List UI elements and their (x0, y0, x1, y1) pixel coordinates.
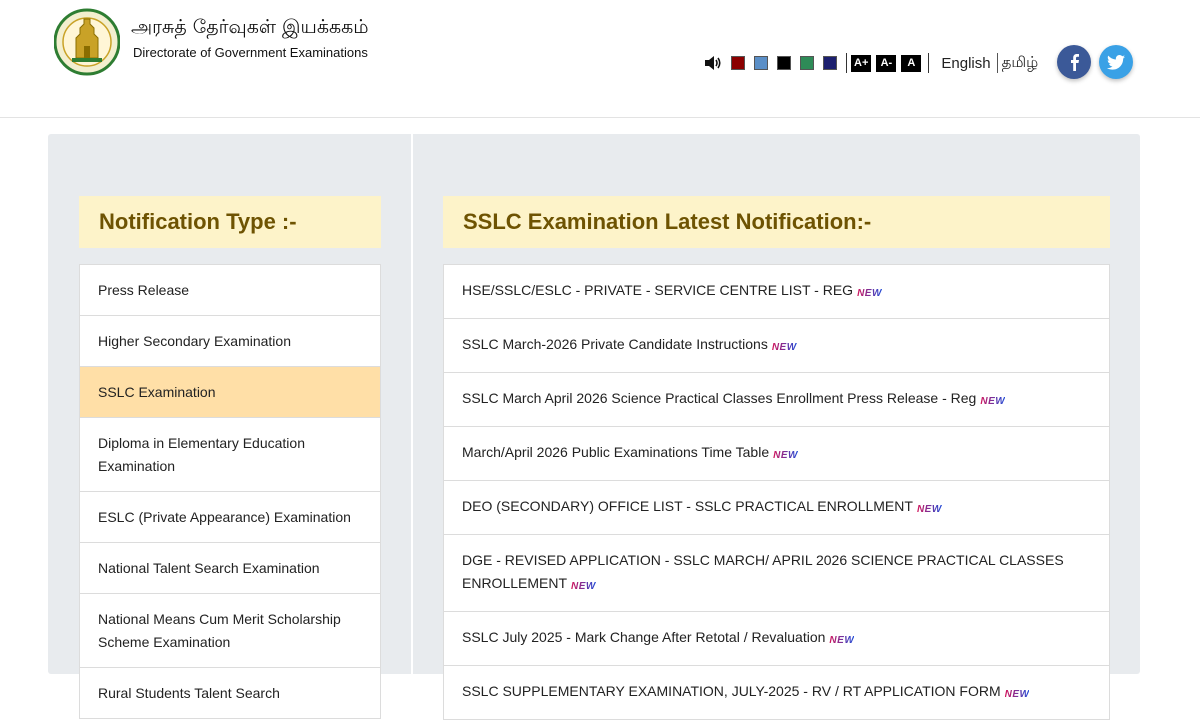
notification-link[interactable]: SSLC July 2025 - Mark Change After Retot… (462, 629, 825, 645)
sidebar-item-eslc[interactable]: ESLC (Private Appearance) Examination (79, 492, 381, 543)
new-badge: NEW (917, 498, 942, 521)
twitter-icon (1107, 54, 1125, 70)
facebook-icon (1071, 54, 1079, 71)
notification-link[interactable]: SSLC SUPPLEMENTARY EXAMINATION, JULY-202… (462, 683, 1001, 699)
panel-divider (411, 134, 413, 674)
theme-color-red[interactable] (731, 56, 745, 70)
notification-type-heading: Notification Type :- (79, 196, 381, 248)
new-badge: NEW (571, 575, 596, 598)
notification-item[interactable]: SSLC SUPPLEMENTARY EXAMINATION, JULY-202… (443, 666, 1110, 720)
notification-item[interactable]: March/April 2026 Public Examinations Tim… (443, 427, 1110, 481)
notification-link[interactable]: HSE/SSLC/ESLC - PRIVATE - SERVICE CENTRE… (462, 282, 853, 298)
notification-item[interactable]: DGE - REVISED APPLICATION - SSLC MARCH/ … (443, 535, 1110, 612)
sidebar-item-sslc[interactable]: SSLC Examination (79, 367, 381, 418)
toolbar-separator (846, 53, 847, 73)
notification-link[interactable]: SSLC March-2026 Private Candidate Instru… (462, 336, 768, 352)
new-badge: NEW (980, 390, 1005, 413)
font-decrease-button[interactable]: A- (876, 54, 897, 72)
facebook-button[interactable] (1057, 45, 1091, 79)
site-title-english: Directorate of Government Examinations (133, 45, 368, 60)
notification-item[interactable]: SSLC March April 2026 Science Practical … (443, 373, 1110, 427)
language-tamil-link[interactable]: தமிழ் (1002, 53, 1039, 73)
new-badge: NEW (1005, 683, 1030, 706)
sidebar-item-press-release[interactable]: Press Release (79, 264, 381, 316)
tamil-nadu-emblem-icon[interactable] (54, 8, 120, 76)
site-header: அரசுத் தேர்வுகள் இயக்ககம் Directorate of… (0, 0, 1200, 118)
theme-color-blue[interactable] (754, 56, 768, 70)
language-separator (996, 53, 998, 73)
language-english-link[interactable]: English (941, 55, 990, 72)
font-increase-button[interactable]: A+ (851, 54, 872, 72)
new-badge: NEW (829, 629, 854, 652)
notification-item[interactable]: DEO (SECONDARY) OFFICE LIST - SSLC PRACT… (443, 481, 1110, 535)
sidebar-item-rural-talent[interactable]: Rural Students Talent Search (79, 668, 381, 719)
speaker-icon[interactable] (703, 54, 723, 72)
notification-item[interactable]: SSLC March-2026 Private Candidate Instru… (443, 319, 1110, 373)
site-title-tamil: அரசுத் தேர்வுகள் இயக்ககம் (131, 16, 369, 38)
notification-type-list: Press Release Higher Secondary Examinati… (79, 264, 381, 719)
notification-link[interactable]: March/April 2026 Public Examinations Tim… (462, 444, 769, 460)
theme-color-green[interactable] (800, 56, 814, 70)
notification-link[interactable]: DEO (SECONDARY) OFFICE LIST - SSLC PRACT… (462, 498, 913, 514)
sidebar-item-diploma-elementary[interactable]: Diploma in Elementary Education Examinat… (79, 418, 381, 492)
new-badge: NEW (857, 282, 882, 305)
notification-item[interactable]: SSLC July 2025 - Mark Change After Retot… (443, 612, 1110, 666)
notification-link[interactable]: SSLC March April 2026 Science Practical … (462, 390, 976, 406)
font-reset-button[interactable]: A (901, 54, 922, 72)
notification-item[interactable]: HSE/SSLC/ESLC - PRIVATE - SERVICE CENTRE… (443, 264, 1110, 319)
toolbar-separator (928, 53, 930, 73)
sidebar-item-nts[interactable]: National Talent Search Examination (79, 543, 381, 594)
twitter-button[interactable] (1099, 45, 1133, 79)
new-badge: NEW (773, 444, 798, 467)
theme-color-black[interactable] (777, 56, 791, 70)
sidebar-item-higher-secondary[interactable]: Higher Secondary Examination (79, 316, 381, 367)
notification-link[interactable]: DGE - REVISED APPLICATION - SSLC MARCH/ … (462, 552, 1064, 591)
sidebar-item-nmms[interactable]: National Means Cum Merit Scholarship Sch… (79, 594, 381, 668)
latest-notification-heading: SSLC Examination Latest Notification:- (443, 196, 1110, 248)
new-badge: NEW (772, 336, 797, 359)
accessibility-toolbar: A+ A- A English தமிழ் (703, 53, 1038, 73)
theme-color-navy[interactable] (823, 56, 837, 70)
notification-list: HSE/SSLC/ESLC - PRIVATE - SERVICE CENTRE… (443, 264, 1110, 720)
